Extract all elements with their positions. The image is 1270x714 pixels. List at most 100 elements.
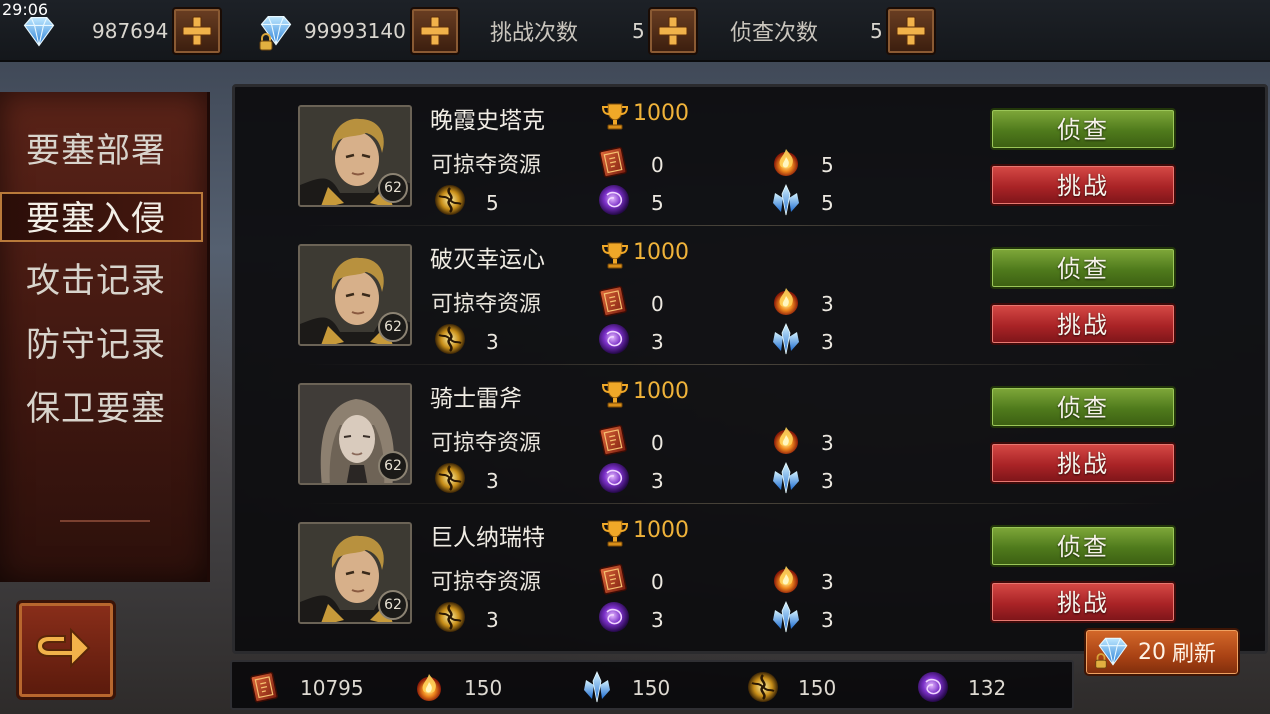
purple-orb-icon — [597, 600, 631, 634]
scout-button[interactable]: 侦查 — [990, 108, 1176, 150]
blue-total: 150 — [632, 676, 671, 700]
loot-purple: 3 — [651, 330, 664, 354]
loot-purple: 3 — [651, 608, 664, 632]
fire-orb-icon — [769, 562, 803, 596]
refresh-cost: 20 — [1138, 639, 1166, 665]
loot-label: 可掠夺资源 — [431, 292, 542, 317]
loot-book: 0 — [651, 153, 664, 177]
target-name: 巨人纳瑞特 — [430, 525, 545, 551]
blue-crystal-icon — [769, 461, 803, 495]
loot-gold: 3 — [486, 608, 499, 632]
target-row: 62 晚霞史塔克 1000 可掠夺资源 0 5 5 5 5 侦查 挑战 — [235, 87, 1265, 226]
trophy-count: 1000 — [633, 101, 689, 126]
plus-icon — [180, 14, 214, 48]
scout-button[interactable]: 侦查 — [990, 247, 1176, 289]
target-portrait[interactable]: 62 — [298, 383, 412, 485]
loot-fire: 3 — [821, 570, 834, 594]
plus-icon — [656, 14, 690, 48]
challenge-button[interactable]: 挑战 — [990, 581, 1176, 623]
book-icon — [248, 670, 282, 704]
target-portrait[interactable]: 62 — [298, 105, 412, 207]
target-row: 62 破灭幸运心 1000 可掠夺资源 0 3 3 3 3 侦查 挑战 — [235, 226, 1265, 365]
loot-gold: 3 — [486, 330, 499, 354]
target-portrait[interactable]: 62 — [298, 522, 412, 624]
return-arrow-icon — [35, 627, 91, 669]
loot-label: 可掠夺资源 — [431, 431, 542, 456]
book-icon — [597, 284, 631, 318]
target-row: 62 骑士雷斧 1000 可掠夺资源 0 3 3 3 3 侦查 挑战 — [235, 365, 1265, 504]
gem-count: 987694 — [92, 19, 169, 43]
add-bound-gem-button[interactable] — [410, 7, 460, 55]
challenge-count-value: 5 — [632, 19, 645, 43]
nav-defend-fortress[interactable]: 保卫要塞 — [0, 384, 203, 434]
add-scout-button[interactable] — [886, 7, 936, 55]
resource-bar: 10795 150 150 150 132 — [230, 660, 1074, 710]
top-bar: 29:06 987694 99993140 挑战次数 5 侦查次数 5 — [0, 0, 1270, 62]
gold-orb-icon — [433, 600, 467, 634]
book-total: 10795 — [300, 676, 364, 700]
challenge-button[interactable]: 挑战 — [990, 442, 1176, 484]
nav-defense-log[interactable]: 防守记录 — [0, 320, 203, 370]
target-portrait[interactable]: 62 — [298, 244, 412, 346]
blue-crystal-icon — [769, 600, 803, 634]
loot-blue: 5 — [821, 191, 834, 215]
book-icon — [597, 423, 631, 457]
loot-book: 0 — [651, 570, 664, 594]
blue-crystal-icon — [580, 670, 614, 704]
loot-book: 0 — [651, 431, 664, 455]
locked-gem-icon — [256, 11, 296, 51]
back-button[interactable] — [16, 600, 116, 700]
gold-orb-icon — [433, 461, 467, 495]
nav-attack-log[interactable]: 攻击记录 — [0, 256, 203, 306]
loot-book: 0 — [651, 292, 664, 316]
challenge-count-label: 挑战次数 — [490, 21, 579, 46]
target-name: 破灭幸运心 — [430, 247, 545, 273]
fire-orb-icon — [412, 670, 446, 704]
trophy-count: 1000 — [633, 379, 689, 404]
refresh-button[interactable]: 20 刷新 — [1084, 628, 1240, 676]
scout-count-value: 5 — [870, 19, 883, 43]
lock-icon — [1094, 653, 1108, 669]
add-challenge-button[interactable] — [648, 7, 698, 55]
trophy-count: 1000 — [633, 518, 689, 543]
nav-ornament — [60, 520, 150, 522]
loot-purple: 3 — [651, 469, 664, 493]
fire-total: 150 — [464, 676, 503, 700]
loot-blue: 3 — [821, 330, 834, 354]
challenge-button[interactable]: 挑战 — [990, 164, 1176, 206]
side-nav: 要塞部署 要塞入侵 攻击记录 防守记录 保卫要塞 — [0, 92, 210, 582]
book-icon — [597, 562, 631, 596]
loot-label: 可掠夺资源 — [431, 570, 542, 595]
plus-icon — [894, 14, 928, 48]
purple-orb-icon — [597, 322, 631, 356]
level-badge: 62 — [378, 173, 408, 203]
lock-icon — [258, 33, 274, 51]
scout-button[interactable]: 侦查 — [990, 525, 1176, 567]
locked-gem-icon — [1094, 633, 1132, 671]
challenge-button[interactable]: 挑战 — [990, 303, 1176, 345]
purple-orb-icon — [916, 670, 950, 704]
scout-count-label: 侦查次数 — [730, 21, 819, 46]
level-badge: 62 — [378, 451, 408, 481]
target-row: 62 巨人纳瑞特 1000 可掠夺资源 0 3 3 3 3 侦查 挑战 — [235, 504, 1265, 643]
fire-orb-icon — [769, 145, 803, 179]
blue-gem-icon — [20, 12, 58, 50]
trophy-icon — [601, 101, 629, 131]
plus-icon — [418, 14, 452, 48]
book-icon — [597, 145, 631, 179]
fire-orb-icon — [769, 423, 803, 457]
trophy-icon — [601, 240, 629, 270]
target-name: 骑士雷斧 — [430, 386, 522, 412]
scout-button[interactable]: 侦查 — [990, 386, 1176, 428]
nav-fortress-deploy[interactable]: 要塞部署 — [0, 126, 203, 176]
purple-total: 132 — [968, 676, 1007, 700]
trophy-icon — [601, 518, 629, 548]
trophy-icon — [601, 379, 629, 409]
bound-gem-count: 99993140 — [304, 19, 406, 43]
loot-label: 可掠夺资源 — [431, 153, 542, 178]
currency-gem — [20, 6, 58, 56]
add-gem-button[interactable] — [172, 7, 222, 55]
purple-orb-icon — [597, 183, 631, 217]
refresh-label: 刷新 — [1172, 642, 1217, 667]
nav-fortress-invade[interactable]: 要塞入侵 — [0, 192, 203, 242]
